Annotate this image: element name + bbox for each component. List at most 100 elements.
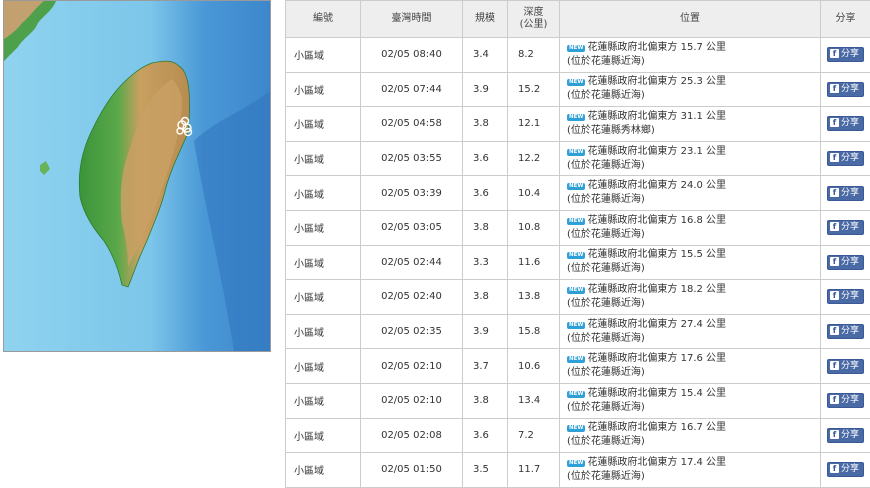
cell-code[interactable]: 小區域 (285, 37, 361, 73)
cell-code[interactable]: 小區域 (285, 382, 361, 419)
facebook-share-button[interactable]: f 分享 (826, 185, 864, 201)
table-row[interactable]: 小區域 02/05 04:58 3.8 12.1 NEW 花蓮縣政府北偏東方 31… (285, 106, 870, 142)
cell-magnitude: 3.8 (462, 279, 508, 315)
facebook-share-button[interactable]: f 分享 (826, 116, 864, 132)
table-row[interactable]: 小區域 02/05 03:39 3.6 10.4 NEW 花蓮縣政府北偏東方 24… (285, 175, 870, 211)
cell-location[interactable]: NEW 花蓮縣政府北偏東方 17.4 公里 (位於花蓮縣近海) (559, 452, 821, 488)
cell-depth: 8.2 (507, 37, 560, 73)
location-line2: (位於花蓮縣近海) (567, 401, 645, 413)
earthquake-list-table: 編號 臺灣時間 規模 深度 (公里) 位置 分享 小區域 02/05 08:40… (285, 0, 870, 488)
cell-code[interactable]: 小區域 (285, 417, 361, 454)
facebook-share-button[interactable]: f 分享 (826, 81, 864, 97)
cell-code[interactable]: 小區域 (285, 106, 361, 142)
facebook-share-button[interactable]: f 分享 (826, 358, 864, 374)
cell-depth: 13.4 (507, 382, 560, 419)
header-depth-unit: (公里) (519, 19, 548, 30)
facebook-share-button[interactable]: f 分享 (826, 220, 864, 236)
cell-location[interactable]: NEW 花蓮縣政府北偏東方 31.1 公里 (位於花蓮縣秀林鄉) (559, 106, 821, 142)
cell-share: f 分享 (820, 175, 870, 211)
share-label: 分享 (840, 360, 859, 371)
facebook-share-button[interactable]: f 分享 (826, 151, 864, 167)
facebook-icon: f (829, 326, 839, 336)
cell-depth: 11.6 (507, 244, 560, 281)
facebook-share-button[interactable]: f 分享 (826, 393, 864, 409)
cell-depth: 10.4 (507, 175, 560, 211)
cell-depth: 7.2 (507, 417, 560, 454)
new-badge: NEW (567, 252, 586, 260)
cell-depth: 15.8 (507, 313, 560, 350)
cell-location[interactable]: NEW 花蓮縣政府北偏東方 23.1 公里 (位於花蓮縣近海) (559, 140, 821, 177)
facebook-share-button[interactable]: f 分享 (826, 254, 864, 270)
location-line1: 花蓮縣政府北偏東方 27.4 公里 (587, 318, 727, 330)
cell-location[interactable]: NEW 花蓮縣政府北偏東方 18.2 公里 (位於花蓮縣近海) (559, 279, 821, 315)
facebook-icon: f (829, 83, 839, 93)
cell-code[interactable]: 小區域 (285, 175, 361, 211)
location-line2: (位於花蓮縣近海) (567, 194, 645, 206)
new-badge: NEW (567, 217, 586, 225)
table-row[interactable]: 小區域 02/05 01:50 3.5 11.7 NEW 花蓮縣政府北偏東方 17… (285, 452, 870, 488)
taiwan-map-graphic (4, 1, 270, 351)
facebook-icon: f (829, 360, 839, 370)
share-label: 分享 (840, 118, 859, 129)
location-line2: (位於花蓮縣近海) (567, 228, 645, 240)
table-row[interactable]: 小區域 02/05 03:05 3.8 10.8 NEW 花蓮縣政府北偏東方 16… (285, 209, 870, 246)
facebook-share-button[interactable]: f 分享 (826, 324, 864, 340)
cell-time: 02/05 04:58 (360, 106, 463, 142)
location-line1: 花蓮縣政府北偏東方 25.3 公里 (587, 76, 727, 88)
new-badge: NEW (567, 148, 586, 156)
header-time[interactable]: 臺灣時間 (360, 0, 463, 38)
table-row[interactable]: 小區域 02/05 02:44 3.3 11.6 NEW 花蓮縣政府北偏東方 15… (285, 244, 870, 281)
facebook-icon: f (829, 118, 839, 128)
cell-code[interactable]: 小區域 (285, 244, 361, 281)
cell-location[interactable]: NEW 花蓮縣政府北偏東方 25.3 公里 (位於花蓮縣近海) (559, 71, 821, 108)
cell-code[interactable]: 小區域 (285, 313, 361, 350)
cell-depth: 10.6 (507, 348, 560, 384)
header-location[interactable]: 位置 (559, 0, 821, 38)
cell-location[interactable]: NEW 花蓮縣政府北偏東方 15.7 公里 (位於花蓮縣近海) (559, 37, 821, 73)
cell-magnitude: 3.8 (462, 209, 508, 246)
location-line2: (位於花蓮縣近海) (567, 367, 645, 379)
earthquake-map[interactable] (3, 0, 271, 352)
cell-location[interactable]: NEW 花蓮縣政府北偏東方 15.4 公里 (位於花蓮縣近海) (559, 382, 821, 419)
new-badge: NEW (567, 286, 586, 294)
table-row[interactable]: 小區域 02/05 02:10 3.8 13.4 NEW 花蓮縣政府北偏東方 15… (285, 382, 870, 419)
cell-code[interactable]: 小區域 (285, 71, 361, 108)
cell-location[interactable]: NEW 花蓮縣政府北偏東方 16.8 公里 (位於花蓮縣近海) (559, 209, 821, 246)
facebook-share-button[interactable]: f 分享 (826, 427, 864, 443)
cell-location[interactable]: NEW 花蓮縣政府北偏東方 15.5 公里 (位於花蓮縣近海) (559, 244, 821, 281)
cell-code[interactable]: 小區域 (285, 140, 361, 177)
table-row[interactable]: 小區域 02/05 08:40 3.4 8.2 NEW 花蓮縣政府北偏東方 15.… (285, 37, 870, 73)
header-code[interactable]: 編號 (285, 0, 361, 38)
location-line1: 花蓮縣政府北偏東方 15.4 公里 (587, 387, 727, 399)
facebook-share-button[interactable]: f 分享 (826, 289, 864, 305)
cell-code[interactable]: 小區域 (285, 279, 361, 315)
table-row[interactable]: 小區域 02/05 02:40 3.8 13.8 NEW 花蓮縣政府北偏東方 18… (285, 279, 870, 315)
cell-location[interactable]: NEW 花蓮縣政府北偏東方 16.7 公里 (位於花蓮縣近海) (559, 417, 821, 454)
header-depth-label: 深度 (523, 7, 544, 18)
location-line1: 花蓮縣政府北偏東方 23.1 公里 (587, 145, 727, 157)
table-row[interactable]: 小區域 02/05 03:55 3.6 12.2 NEW 花蓮縣政府北偏東方 23… (285, 140, 870, 177)
header-magnitude[interactable]: 規模 (462, 0, 508, 38)
table-row[interactable]: 小區域 02/05 02:35 3.9 15.8 NEW 花蓮縣政府北偏東方 27… (285, 313, 870, 350)
facebook-share-button[interactable]: f 分享 (826, 47, 864, 63)
table-row[interactable]: 小區域 02/05 07:44 3.9 15.2 NEW 花蓮縣政府北偏東方 25… (285, 71, 870, 108)
cell-magnitude: 3.6 (462, 140, 508, 177)
facebook-icon: f (829, 395, 839, 405)
cell-code[interactable]: 小區域 (285, 209, 361, 246)
location-line2: (位於花蓮縣近海) (567, 297, 645, 309)
header-depth[interactable]: 深度 (公里) (507, 0, 560, 38)
cell-time: 02/05 02:08 (360, 417, 463, 454)
table-row[interactable]: 小區域 02/05 02:08 3.6 7.2 NEW 花蓮縣政府北偏東方 16.… (285, 417, 870, 454)
cell-time: 02/05 02:40 (360, 279, 463, 315)
new-badge: NEW (567, 321, 586, 329)
facebook-share-button[interactable]: f 分享 (826, 462, 864, 478)
cell-share: f 分享 (820, 71, 870, 108)
share-label: 分享 (840, 83, 859, 94)
facebook-icon: f (829, 429, 839, 439)
cell-code[interactable]: 小區域 (285, 452, 361, 488)
cell-location[interactable]: NEW 花蓮縣政府北偏東方 17.6 公里 (位於花蓮縣近海) (559, 348, 821, 384)
table-row[interactable]: 小區域 02/05 02:10 3.7 10.6 NEW 花蓮縣政府北偏東方 17… (285, 348, 870, 384)
cell-location[interactable]: NEW 花蓮縣政府北偏東方 24.0 公里 (位於花蓮縣近海) (559, 175, 821, 211)
cell-code[interactable]: 小區域 (285, 348, 361, 384)
cell-location[interactable]: NEW 花蓮縣政府北偏東方 27.4 公里 (位於花蓮縣近海) (559, 313, 821, 350)
